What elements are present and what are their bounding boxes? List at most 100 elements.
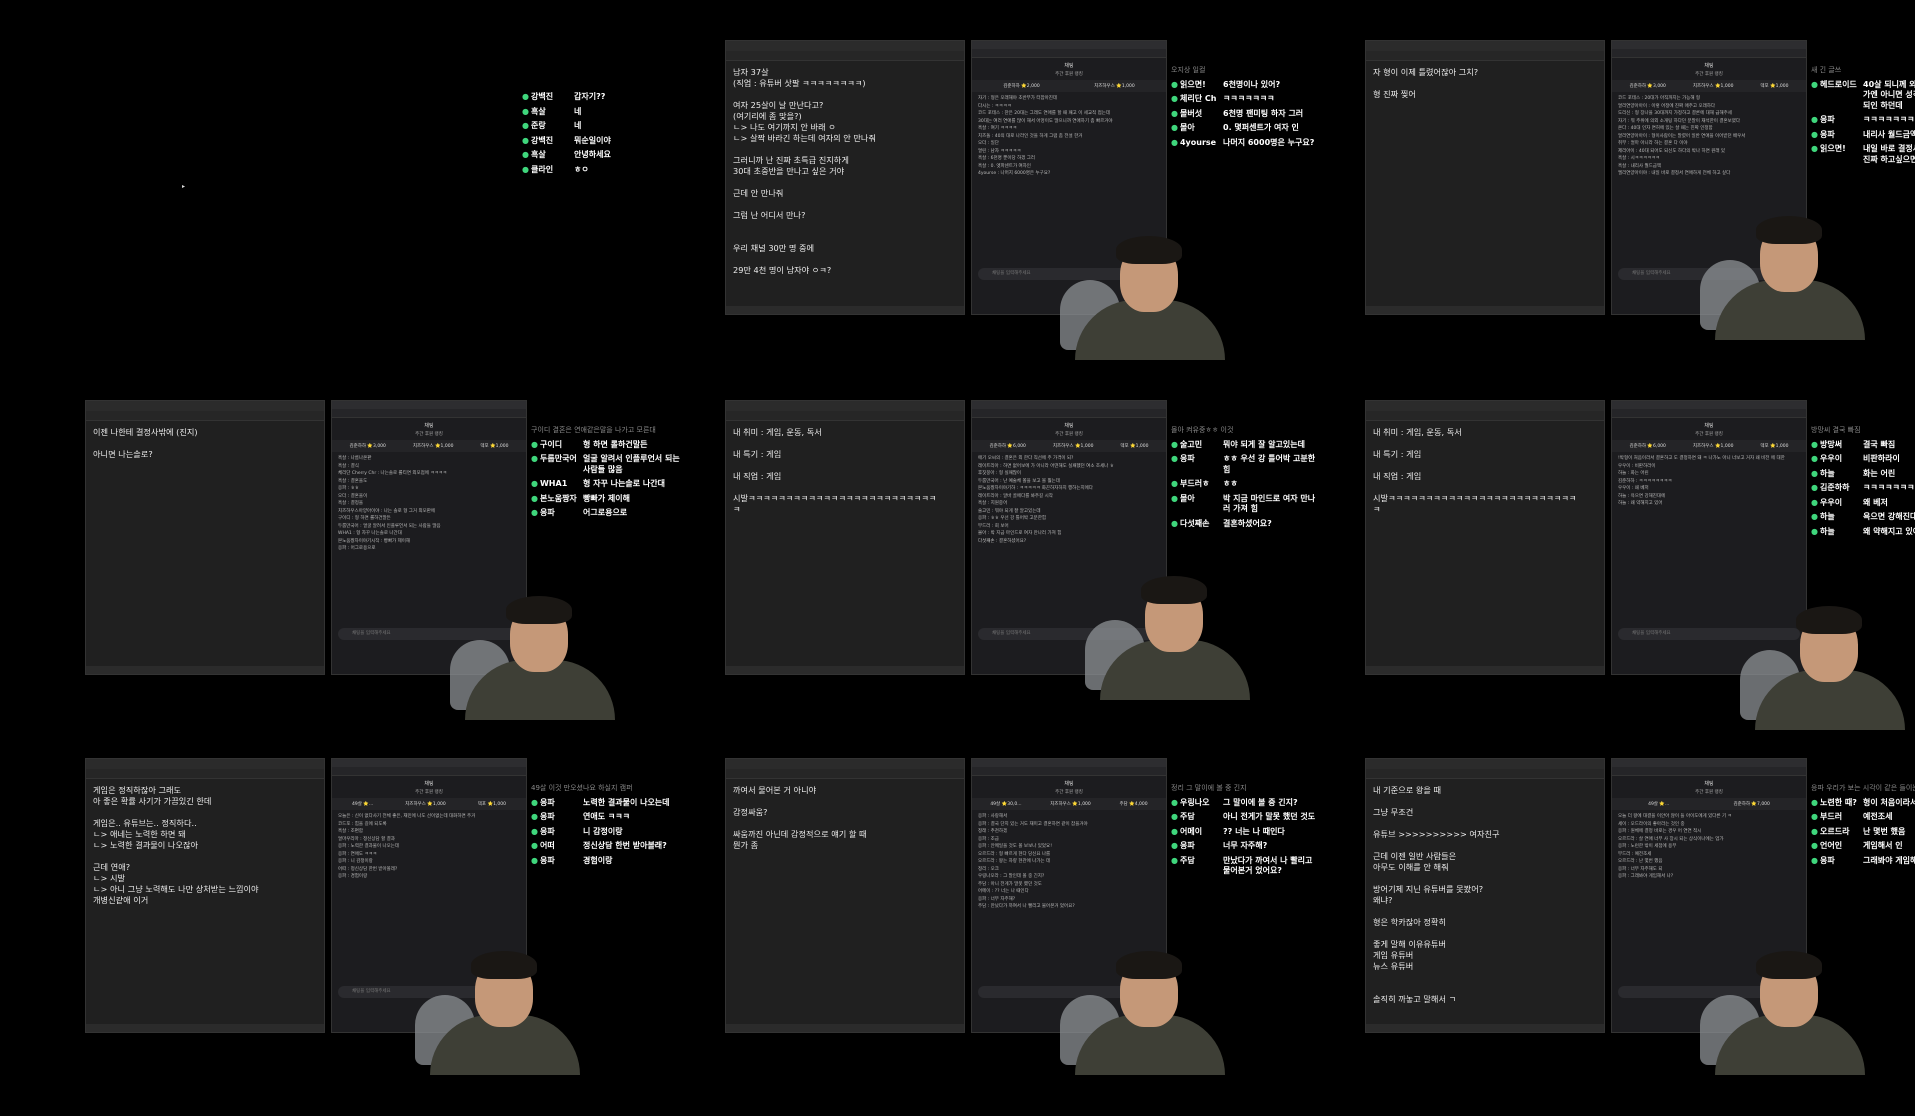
notepad-text[interactable]: 남자 37살 (직업 : 유튜버 삿팔 ㅋㅋㅋㅋㅋㅋㅋㅋ) 여자 25살이 날 … — [726, 61, 964, 282]
overlay-header: 방망씨 결국 빠짐 — [1811, 426, 1861, 434]
browser-tab-bar[interactable] — [972, 759, 1166, 767]
chat-message: 치즈돌 : 40의 대로 나라인 것을 하게 그럼 좀 전설 한거 — [978, 133, 1083, 139]
notepad-status-bar — [86, 1024, 324, 1032]
browser-tab-bar[interactable] — [332, 401, 526, 409]
chat-message: 오늘은 : 신이 없다사기 전체 좋은, 재민에 나도 선이없는데 대화하면 주… — [338, 814, 476, 819]
browser-tab-bar[interactable] — [972, 401, 1166, 409]
notepad-menu-bar[interactable] — [1366, 769, 1604, 779]
notepad-title-bar[interactable] — [86, 759, 324, 769]
notepad-title-bar[interactable] — [726, 41, 964, 51]
overlay-chat-row: ● 응파 너무 자주해? — [1171, 841, 1321, 852]
notepad-text[interactable]: 내 취미 : 게임, 운동, 독서 내 특기 : 게임 내 직업 : 게임 시발… — [726, 421, 964, 521]
chat-message: 다섯째손 : 결혼하셨어요? — [978, 538, 1027, 544]
overlay-message: 경험이랑 — [583, 855, 613, 865]
overlay-message: ㅎㅇ — [574, 164, 589, 174]
overlay-username-text: 두룹만국어 — [539, 454, 577, 463]
user-icon: ● — [1811, 129, 1818, 139]
user-icon: ● — [1171, 94, 1178, 103]
browser-tab-bar[interactable] — [972, 41, 1166, 49]
overlay-chat-row: ● 몰아 박 지금 마인드로 여자 만나러 가져 힘 — [1171, 494, 1321, 515]
chat-message: 엘리연양아이야 : 내일 바로 결정서 연애하게 전체 하고 싶다 — [1618, 171, 1731, 176]
chat-message: 응파 : 조금 — [978, 836, 999, 842]
overlay-username: ● 언어인 — [1811, 841, 1863, 852]
overlay-username: ● 응파 — [1171, 454, 1223, 475]
notepad-title-bar[interactable] — [726, 759, 964, 769]
browser-address-bar[interactable] — [332, 767, 526, 776]
chat-message: 얼마우리마 : 정신상담 할 결과 — [338, 836, 395, 842]
notepad-text[interactable]: 이젠 나한테 결정사밖에 (진지) 아니면 나는솔로? — [86, 421, 324, 466]
user-icon: ● — [522, 150, 529, 159]
notepad-menu-bar[interactable] — [86, 769, 324, 779]
overlay-username: ● 흑살 — [522, 107, 574, 118]
overlay-username-text: 응파 — [539, 797, 555, 807]
user-icon: ● — [531, 841, 538, 850]
donor-entry: 김준하하 ⭐3,000 — [349, 444, 386, 449]
user-icon: ● — [1811, 826, 1818, 836]
overlay-username: ● 클라인 — [522, 165, 574, 176]
notepad-title-bar[interactable] — [1366, 759, 1604, 769]
chat-message: 우링나오라 : 그 말인데 볼 중 긴지? — [978, 874, 1045, 879]
overlay-message: 빵빠가 제이해 — [583, 493, 630, 503]
user-icon: ● — [1171, 812, 1178, 821]
browser-address-bar[interactable] — [972, 409, 1166, 418]
notepad-menu-bar[interactable] — [726, 769, 964, 779]
overlay-message: 네 — [574, 121, 582, 130]
notepad-title-bar[interactable] — [726, 401, 964, 411]
user-icon: ● — [522, 106, 529, 116]
chat-message: 술고민 : 뭐야 되게 잘 알고있는데 — [978, 508, 1041, 514]
notepad-title-bar[interactable] — [1366, 41, 1604, 51]
browser-address-bar[interactable] — [1612, 49, 1806, 58]
browser-address-bar[interactable] — [332, 409, 526, 418]
chat-message: 코드 포테스 : 20대가 아직까지는 가능해 형 — [1618, 96, 1701, 101]
browser-address-bar[interactable] — [1612, 409, 1806, 418]
chat-message: 얼리연양아아이 : 이렇 어정에 진짜 애주고 오래하다 — [1618, 103, 1716, 109]
notepad-menu-bar[interactable] — [1366, 411, 1604, 421]
notepad-text[interactable]: 까여서 물어본 거 아니야 감정싸움? 싸움까진 아닌데 감정적으로 얘기 할 … — [726, 779, 964, 857]
browser-address-bar[interactable] — [972, 49, 1166, 58]
notepad-text[interactable]: 게임은 정직하잖아 그래도 아 좋은 확률 사기가 가끔있긴 한데 게임은.. … — [86, 779, 324, 912]
browser-address-bar[interactable] — [972, 767, 1166, 776]
chat-message: 흑살 : 내리사 월드금액 — [1618, 163, 1662, 169]
overlay-username: ● 어떠 — [531, 841, 583, 852]
overlay-username-text: 구이디 — [539, 439, 563, 449]
overlay-username: ● 하늘 — [1811, 512, 1863, 523]
overlay-username: ● 강백진 — [522, 92, 574, 103]
notepad-menu-bar[interactable] — [1366, 51, 1604, 61]
overlay-username: ● 몰버섯 — [1171, 109, 1223, 120]
webcam-hair — [1116, 236, 1182, 264]
notepad-title-bar[interactable] — [86, 401, 324, 411]
notepad-menu-bar[interactable] — [726, 51, 964, 61]
notepad-menu-bar[interactable] — [726, 411, 964, 421]
donor-entry: 김준하하 ⭐2,000 — [1003, 84, 1040, 89]
streamer-webcam — [1740, 606, 1915, 730]
browser-tab-bar[interactable] — [1612, 41, 1806, 49]
notepad-status-bar — [86, 666, 324, 674]
notepad-text[interactable]: 내 기준으로 왕을 때 그냥 무조건 유튜브 >>>>>>>>>> 여자친구 근… — [1366, 779, 1604, 1011]
chat-message: 두룹만국어 : 난 예술체 쫄을 보고 볼 훨는데 — [978, 478, 1060, 484]
notepad-text[interactable]: 내 취미 : 게임, 운동, 독서 내 특기 : 게임 내 직업 : 게임 시발… — [1366, 421, 1604, 521]
browser-tab-bar[interactable] — [332, 759, 526, 767]
chat-message: 코드포 : 힘을 길에 되도록 — [338, 821, 387, 827]
browser-tab-bar[interactable] — [1612, 401, 1806, 409]
chat-message: 정리 : 오크 — [978, 866, 999, 872]
notepad-menu-bar[interactable] — [86, 411, 324, 421]
notepad-title-bar[interactable] — [1366, 401, 1604, 411]
overlay-message: ?? 너는 나 때인다 — [1223, 826, 1285, 836]
overlay-username: ● 읽으면! — [1171, 80, 1223, 91]
overlay-username-text: 응파 — [1819, 855, 1835, 865]
user-icon: ● — [531, 454, 538, 463]
chat-message: 애기 오씨의 : 결혼은 외 한다 직선에 주 가격이 되? — [978, 456, 1074, 461]
user-icon: ● — [1171, 479, 1178, 488]
overlay-message: 40살 되니께 외모는 중용한가엔 아니면 성격만 맞으면 되인 하던데 — [1863, 79, 1915, 110]
browser-address-bar[interactable] — [1612, 767, 1806, 776]
chat-message: 흑살 : 지원중어 — [978, 501, 1008, 506]
webcam-hair — [471, 951, 537, 979]
overlay-username-text: 우링나오 — [1179, 797, 1210, 807]
donor-entry: 49살 ⭐... — [1648, 802, 1670, 807]
notepad-text[interactable]: 자 형이 이제 틀렸어잖아 그치? 형 진짜 찢어 — [1366, 61, 1604, 106]
donation-ranking-title: 주간 후원 랭킹 — [1055, 72, 1083, 77]
user-icon: ● — [1171, 123, 1178, 132]
browser-tab-bar[interactable] — [1612, 759, 1806, 767]
chat-message: 응파 : ㅎㅎ 우선 강 틀어박 고분한힘 — [978, 516, 1047, 521]
donor-entry: 김준하하 ⭐6,000 — [989, 444, 1026, 449]
